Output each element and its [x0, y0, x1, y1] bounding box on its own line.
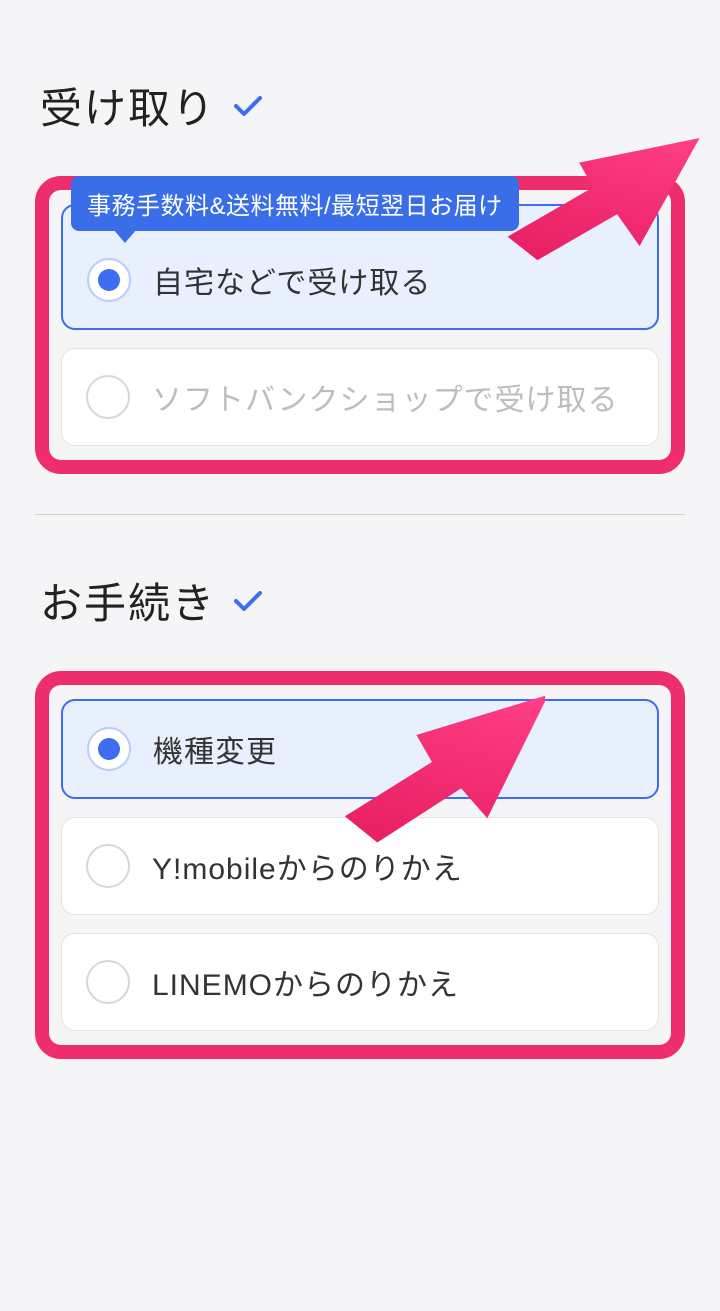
option-label: LINEMOからのりかえ [152, 960, 459, 1004]
annotation-frame-delivery: 事務手数料&送料無料/最短翌日お届け 自宅などで受け取る ソフトバンクショップで… [35, 176, 685, 474]
radio-icon [86, 375, 130, 419]
option-procedure-model-change[interactable]: 機種変更 [61, 699, 659, 799]
check-icon [234, 96, 262, 116]
radio-icon [87, 258, 131, 302]
option-label: 機種変更 [153, 727, 277, 771]
section-title-text: 受け取り [40, 75, 216, 136]
promo-badge-text: 事務手数料&送料無料/最短翌日お届け [87, 193, 503, 220]
option-procedure-from-linemo[interactable]: LINEMOからのりかえ [61, 933, 659, 1031]
divider [35, 514, 685, 515]
option-procedure-from-ymobile[interactable]: Y!mobileからのりかえ [61, 817, 659, 915]
annotation-frame-procedure: 機種変更 Y!mobileからのりかえ LINEMOからのりかえ [35, 671, 685, 1059]
option-label: 自宅などで受け取る [153, 258, 431, 302]
check-icon [234, 591, 262, 611]
radio-icon [87, 727, 131, 771]
radio-icon [86, 844, 130, 888]
option-delivery-home[interactable]: 事務手数料&送料無料/最短翌日お届け 自宅などで受け取る [61, 204, 659, 330]
section-title-delivery: 受け取り [40, 75, 685, 136]
option-label: Y!mobileからのりかえ [152, 844, 463, 888]
radio-icon [86, 960, 130, 1004]
promo-badge: 事務手数料&送料無料/最短翌日お届け [71, 176, 519, 231]
section-title-procedure: お手続き [40, 570, 685, 631]
option-label: ソフトバンクショップで受け取る [152, 375, 619, 419]
option-delivery-shop[interactable]: ソフトバンクショップで受け取る [61, 348, 659, 446]
section-title-text: お手続き [40, 570, 216, 631]
